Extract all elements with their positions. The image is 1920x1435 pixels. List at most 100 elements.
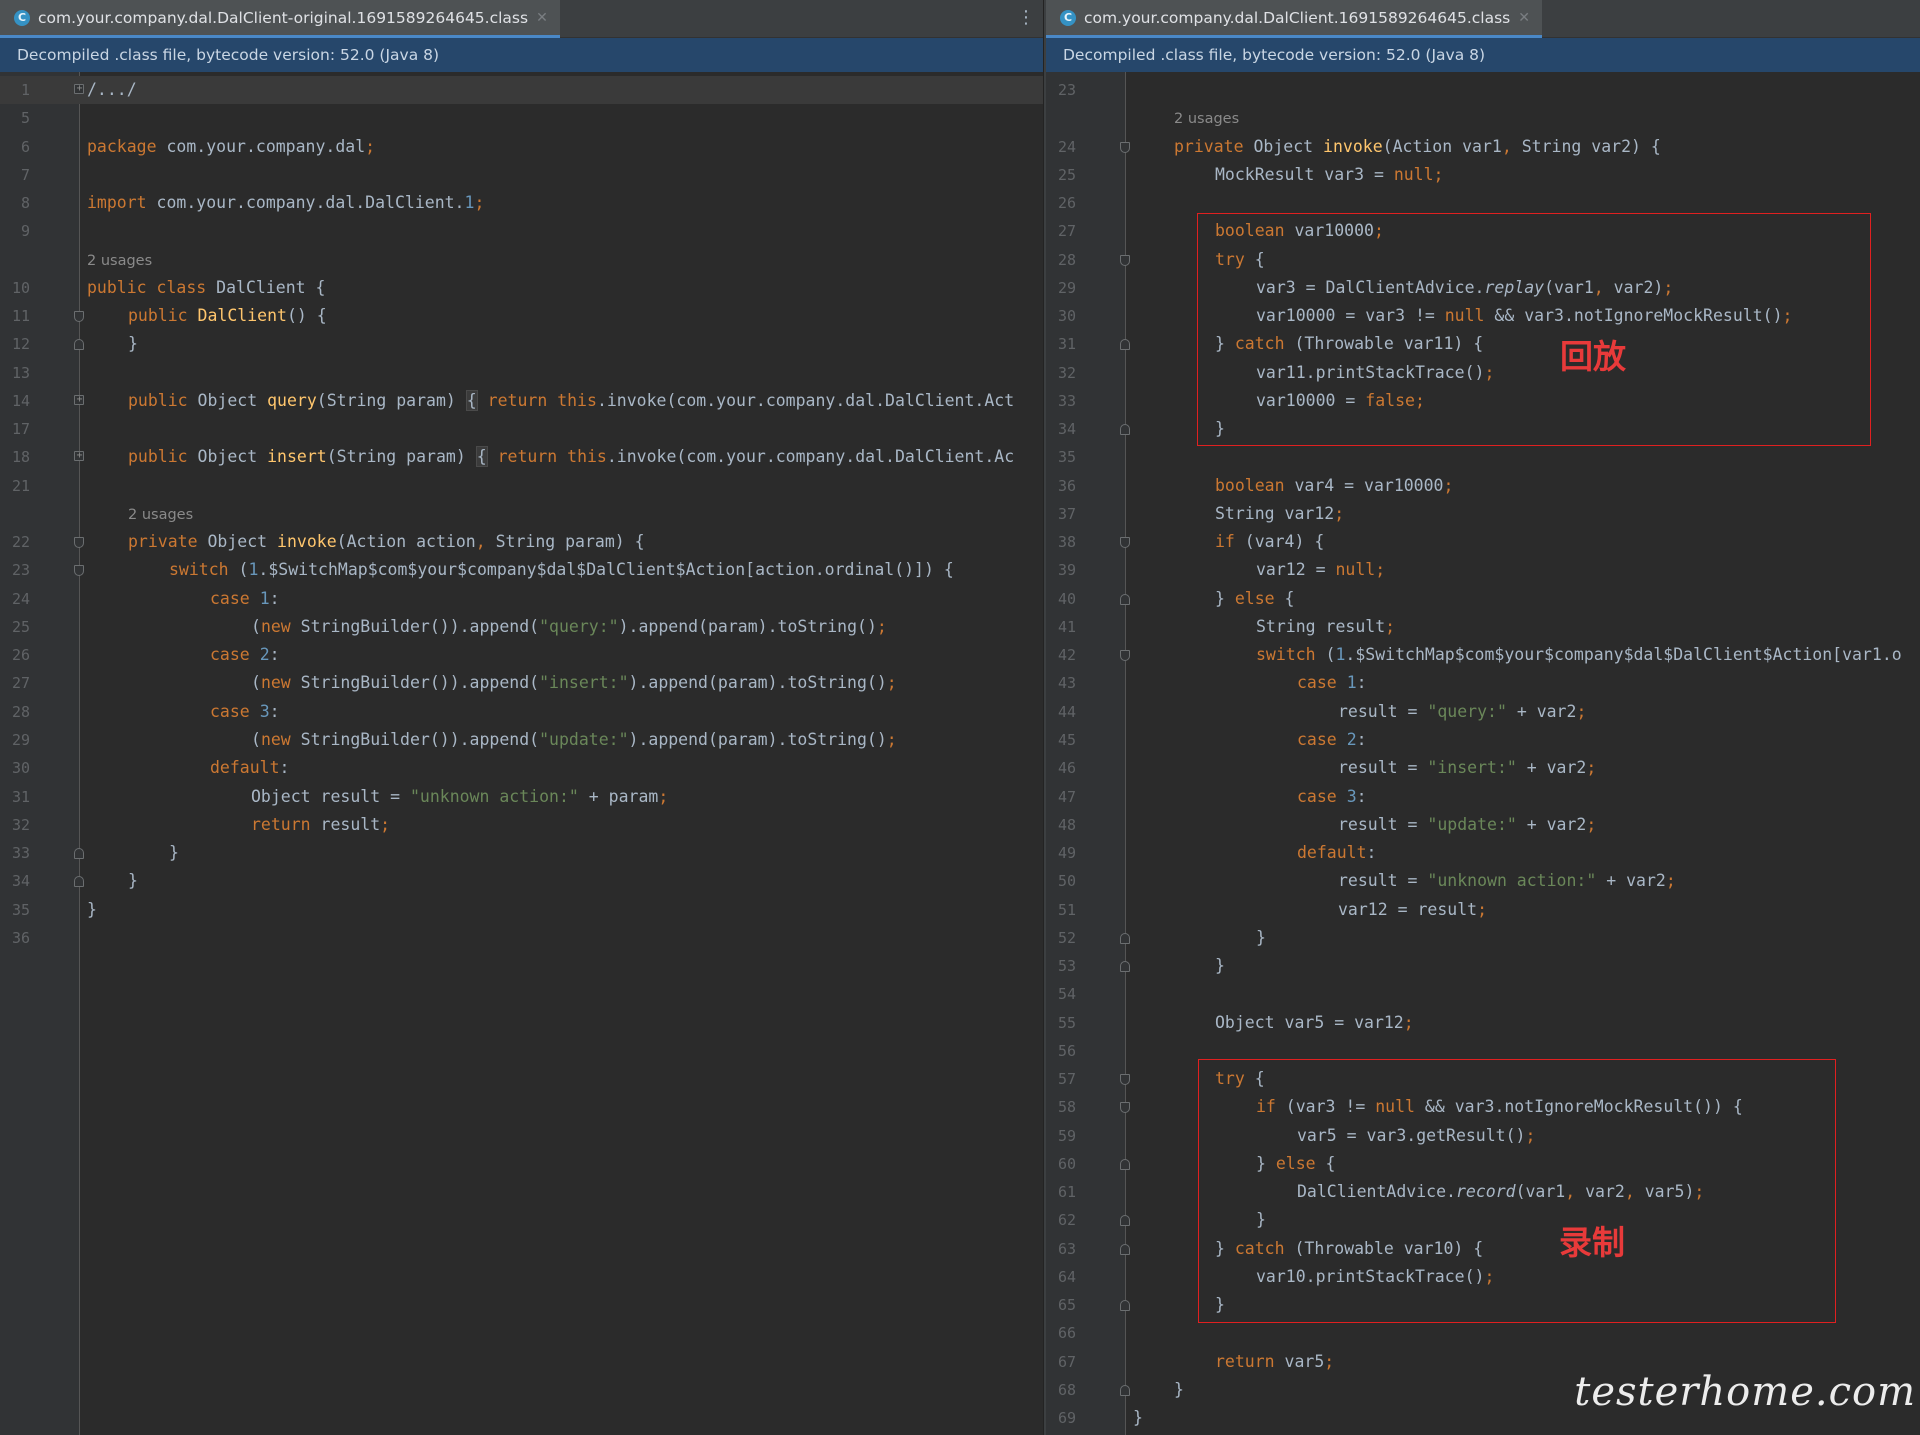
code-line[interactable]: 45 case 2:	[1046, 726, 1920, 754]
code-line[interactable]: 48 result = "update:" + var2;	[1046, 811, 1920, 839]
line-number[interactable]: 42	[1046, 641, 1076, 669]
code-line[interactable]: 41 String result;	[1046, 613, 1920, 641]
line-number[interactable]: 30	[1046, 302, 1076, 330]
code-line[interactable]: 23 switch (1.$SwitchMap$com$your$company$…	[0, 556, 1043, 584]
line-number[interactable]: 5	[0, 104, 30, 132]
line-number[interactable]: 29	[1046, 274, 1076, 302]
code-line[interactable]: 22 private Object invoke(Action action, S…	[0, 528, 1043, 556]
code-line[interactable]: 34}	[0, 867, 1043, 895]
line-number[interactable]: 65	[1046, 1291, 1076, 1319]
line-number[interactable]: 33	[0, 839, 30, 867]
line-number[interactable]: 48	[1046, 811, 1076, 839]
line-number[interactable]: 26	[0, 641, 30, 669]
line-number[interactable]: 56	[1046, 1037, 1076, 1065]
left-file-tab[interactable]: C com.your.company.dal.DalClient-origina…	[0, 0, 560, 38]
line-number[interactable]: 31	[1046, 330, 1076, 358]
line-number[interactable]: 26	[1046, 189, 1076, 217]
code-line[interactable]: 32 return result;	[0, 811, 1043, 839]
line-number[interactable]: 10	[0, 274, 30, 302]
fold-marker-icon[interactable]	[74, 77, 84, 101]
line-number[interactable]: 35	[0, 896, 30, 924]
line-number[interactable]: 25	[1046, 161, 1076, 189]
fold-marker-icon[interactable]	[74, 444, 84, 468]
code-line[interactable]: 23	[1046, 76, 1920, 104]
fold-marker-icon[interactable]	[1120, 593, 1130, 605]
line-number[interactable]: 34	[0, 867, 30, 895]
code-line[interactable]: 1 /.../	[0, 76, 1043, 105]
code-line[interactable]: 26 case 2:	[0, 641, 1043, 669]
fold-marker-icon[interactable]	[74, 848, 84, 860]
fold-marker-icon[interactable]	[74, 565, 84, 577]
code-line[interactable]: 36 boolean var4 = var10000;	[1046, 472, 1920, 500]
line-number[interactable]: 59	[1046, 1122, 1076, 1150]
code-line[interactable]: 37 String var12;	[1046, 500, 1920, 528]
line-number[interactable]: 66	[1046, 1319, 1076, 1347]
line-number[interactable]: 28	[1046, 246, 1076, 274]
line-number[interactable]: 60	[1046, 1150, 1076, 1178]
code-line[interactable]: 40} else {	[1046, 585, 1920, 613]
line-number[interactable]: 14	[0, 387, 30, 415]
fold-marker-icon[interactable]	[1120, 1074, 1130, 1086]
code-line[interactable]: 17	[0, 415, 1043, 443]
line-number[interactable]: 36	[0, 924, 30, 952]
code-line[interactable]: 47 case 3:	[1046, 783, 1920, 811]
line-number[interactable]: 27	[1046, 217, 1076, 245]
code-line[interactable]: 2 usages	[0, 246, 1043, 274]
line-number[interactable]: 32	[1046, 359, 1076, 387]
line-number[interactable]: 40	[1046, 585, 1076, 613]
fold-marker-icon[interactable]	[1120, 424, 1130, 436]
code-line[interactable]: 6 package com.your.company.dal;	[0, 133, 1043, 161]
line-number[interactable]: 68	[1046, 1376, 1076, 1404]
fold-marker-icon[interactable]	[1120, 1215, 1130, 1227]
line-number[interactable]: 53	[1046, 952, 1076, 980]
fold-marker-icon[interactable]	[1120, 1243, 1130, 1255]
line-number[interactable]: 36	[1046, 472, 1076, 500]
fold-marker-icon[interactable]	[74, 311, 84, 323]
code-line[interactable]: 27 (new StringBuilder()).append("insert:"…	[0, 669, 1043, 697]
line-number[interactable]: 17	[0, 415, 30, 443]
code-line[interactable]: 53}	[1046, 952, 1920, 980]
fold-marker-icon[interactable]	[1120, 1158, 1130, 1170]
code-line[interactable]: 2 usages	[0, 500, 1043, 528]
code-line[interactable]: 29 (new StringBuilder()).append("update:"…	[0, 726, 1043, 754]
fold-marker-icon[interactable]	[1120, 537, 1130, 549]
line-number[interactable]: 33	[1046, 387, 1076, 415]
line-number[interactable]: 1	[0, 76, 30, 104]
code-line[interactable]: 35	[1046, 443, 1920, 471]
code-line[interactable]: 36	[0, 924, 1043, 952]
code-line[interactable]: 54	[1046, 980, 1920, 1008]
code-line[interactable]: 10 public class DalClient {	[0, 274, 1043, 302]
line-number[interactable]: 64	[1046, 1263, 1076, 1291]
line-number[interactable]: 50	[1046, 867, 1076, 895]
code-line[interactable]: 66	[1046, 1319, 1920, 1347]
code-line[interactable]: 38 if (var4) {	[1046, 528, 1920, 556]
code-line[interactable]: 28 case 3:	[0, 698, 1043, 726]
fold-marker-icon[interactable]	[1120, 961, 1130, 973]
code-line[interactable]: 49 default:	[1046, 839, 1920, 867]
code-line[interactable]: 13	[0, 359, 1043, 387]
code-line[interactable]: 55 Object var5 = var12;	[1046, 1009, 1920, 1037]
code-line[interactable]: 52}	[1046, 924, 1920, 952]
line-number[interactable]: 43	[1046, 669, 1076, 697]
line-number[interactable]: 23	[1046, 76, 1076, 104]
line-number[interactable]: 39	[1046, 556, 1076, 584]
line-number[interactable]: 6	[0, 133, 30, 161]
code-line[interactable]: 24 private Object invoke(Action var1, Str…	[1046, 133, 1920, 161]
code-line[interactable]: 30 default:	[0, 754, 1043, 782]
line-number[interactable]: 57	[1046, 1065, 1076, 1093]
line-number[interactable]: 29	[0, 726, 30, 754]
code-line[interactable]: 50 result = "unknown action:" + var2;	[1046, 867, 1920, 895]
line-number[interactable]: 27	[0, 669, 30, 697]
line-number[interactable]: 9	[0, 217, 30, 245]
line-number[interactable]: 58	[1046, 1093, 1076, 1121]
line-number[interactable]: 21	[0, 472, 30, 500]
line-number[interactable]: 31	[0, 783, 30, 811]
code-line[interactable]: 18 public Object insert(String param) { r…	[0, 443, 1043, 471]
line-number[interactable]: 61	[1046, 1178, 1076, 1206]
line-number[interactable]: 11	[0, 302, 30, 330]
line-number[interactable]: 38	[1046, 528, 1076, 556]
line-number[interactable]: 18	[0, 443, 30, 471]
line-number[interactable]: 7	[0, 161, 30, 189]
code-line[interactable]: 11 public DalClient() {	[0, 302, 1043, 330]
line-number[interactable]: 51	[1046, 896, 1076, 924]
